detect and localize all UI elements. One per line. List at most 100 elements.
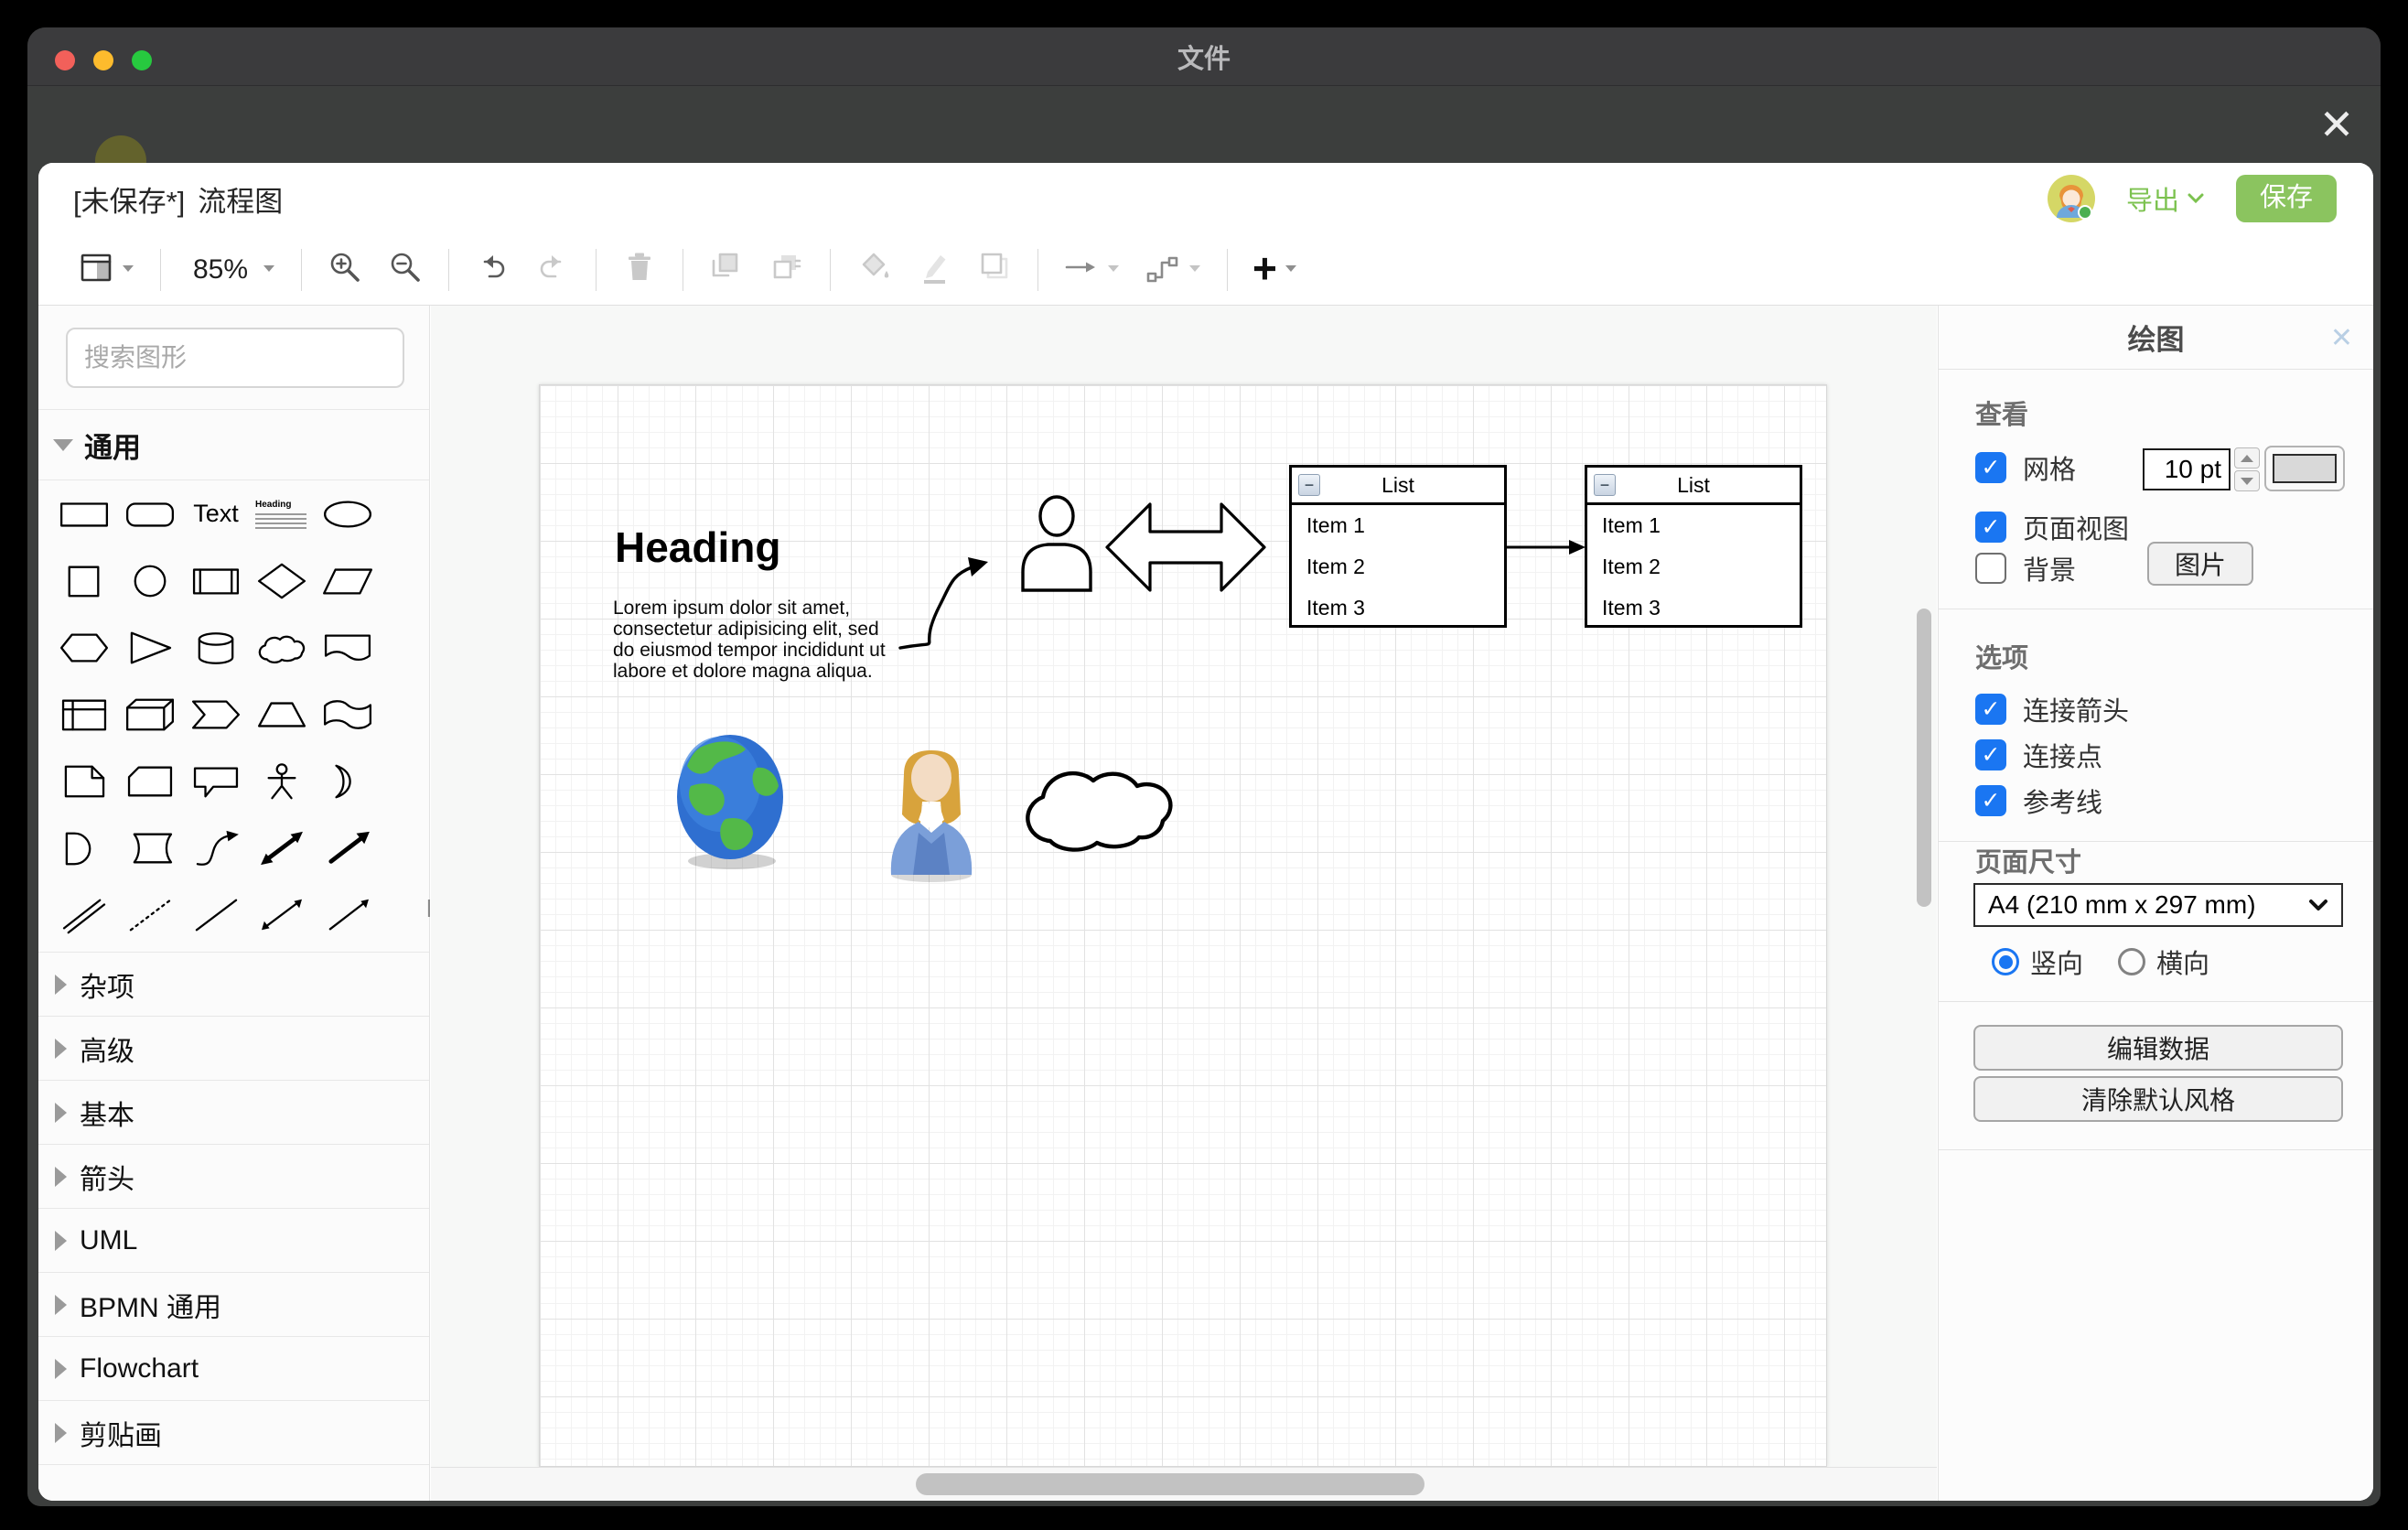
- sidebar-category-bpmn[interactable]: BPMN 通用: [38, 1272, 430, 1336]
- shape-rounded-rectangle[interactable]: [118, 482, 182, 546]
- sidebar-category-arrows[interactable]: 箭头: [38, 1144, 430, 1208]
- sidebar-category-uml[interactable]: UML: [38, 1208, 430, 1272]
- list-connector-arrow[interactable]: [1505, 532, 1589, 563]
- cloud-shape[interactable]: [1006, 726, 1189, 870]
- to-back-button[interactable]: [769, 249, 805, 290]
- grid-size-input[interactable]: [2143, 448, 2231, 490]
- background-image-button[interactable]: 图片: [2147, 542, 2253, 586]
- shape-note[interactable]: [52, 749, 116, 813]
- user-avatar[interactable]: [2048, 175, 2095, 222]
- shape-and[interactable]: [52, 816, 116, 880]
- double-arrow-shape[interactable]: [1104, 495, 1267, 599]
- diagram-paragraph-text[interactable]: Lorem ipsum dolor sit amet, consectetur …: [613, 598, 897, 682]
- shape-cylinder[interactable]: [184, 616, 248, 680]
- zoom-in-button[interactable]: [327, 249, 363, 290]
- shape-search-box[interactable]: [66, 328, 404, 388]
- shape-link[interactable]: [52, 883, 116, 947]
- grid-checkbox[interactable]: ✓: [1975, 452, 2006, 483]
- shape-directional-connector[interactable]: [316, 883, 380, 947]
- page-view-checkbox[interactable]: ✓: [1975, 512, 2006, 543]
- landscape-radio[interactable]: [2118, 948, 2145, 975]
- clear-default-style-button[interactable]: 清除默认风格: [1973, 1076, 2343, 1122]
- list-item[interactable]: Item 2: [1292, 546, 1504, 587]
- line-color-button[interactable]: [916, 249, 952, 290]
- shape-line[interactable]: [184, 883, 248, 947]
- collapse-minus-icon[interactable]: −: [1298, 474, 1320, 496]
- list-item[interactable]: Item 1: [1587, 505, 1800, 546]
- chevron-down-icon[interactable]: [262, 262, 276, 278]
- shape-circle[interactable]: [118, 549, 182, 613]
- close-icon[interactable]: ✕: [2307, 95, 2366, 154]
- globe-clipart[interactable]: [672, 731, 791, 874]
- drawing-canvas[interactable]: Heading Lorem ipsum dolor sit amet, cons…: [431, 306, 1937, 1501]
- waypoint-style-button[interactable]: [1145, 249, 1202, 290]
- sidebar-category-flowchart[interactable]: Flowchart: [38, 1336, 430, 1400]
- shape-hexagon[interactable]: [52, 616, 116, 680]
- export-button[interactable]: 导出: [2126, 179, 2205, 218]
- shape-parallelogram[interactable]: [316, 549, 380, 613]
- shape-tape[interactable]: [316, 683, 380, 747]
- shape-bidirectional-connector[interactable]: [250, 883, 314, 947]
- shape-data-storage[interactable]: [118, 816, 182, 880]
- background-checkbox[interactable]: ✓: [1975, 553, 2006, 584]
- shadow-button[interactable]: [976, 249, 1013, 290]
- stepper-up-button[interactable]: [2234, 447, 2260, 469]
- insert-button[interactable]: +: [1252, 251, 1298, 289]
- sidebar-section-general[interactable]: 通用: [38, 409, 430, 480]
- shape-cloud[interactable]: [250, 616, 314, 680]
- portrait-radio[interactable]: [1992, 948, 2019, 975]
- zoom-out-button[interactable]: [387, 249, 424, 290]
- businesswoman-clipart[interactable]: [884, 747, 979, 884]
- list-item[interactable]: Item 2: [1587, 546, 1800, 587]
- diagram-page[interactable]: Heading Lorem ipsum dolor sit amet, cons…: [539, 384, 1827, 1467]
- chevron-down-icon[interactable]: [121, 262, 135, 278]
- shape-cube[interactable]: [118, 683, 182, 747]
- sidebar-category-clipart[interactable]: 剪贴画: [38, 1400, 430, 1464]
- list-shape[interactable]: − List Item 1 Item 2 Item 3: [1289, 465, 1507, 628]
- shape-ellipse[interactable]: [316, 482, 380, 546]
- stepper-down-button[interactable]: [2234, 470, 2260, 491]
- search-input[interactable]: [82, 342, 416, 373]
- list-header[interactable]: − List: [1587, 468, 1800, 505]
- shape-document[interactable]: [316, 616, 380, 680]
- to-front-button[interactable]: [708, 249, 745, 290]
- shape-rectangle[interactable]: [52, 482, 116, 546]
- shape-callout[interactable]: [184, 749, 248, 813]
- redo-button[interactable]: [534, 249, 571, 290]
- list-header[interactable]: − List: [1292, 468, 1504, 505]
- shape-process[interactable]: [184, 549, 248, 613]
- shape-text[interactable]: Text: [184, 482, 248, 546]
- list-shape[interactable]: − List Item 1 Item 2 Item 3: [1585, 465, 1802, 628]
- zoom-level-value[interactable]: 85%: [193, 254, 248, 286]
- connection-arrows-checkbox[interactable]: ✓: [1975, 694, 2006, 725]
- shape-diamond[interactable]: [250, 549, 314, 613]
- guides-checkbox[interactable]: ✓: [1975, 785, 2006, 816]
- save-button[interactable]: 保存: [2236, 175, 2337, 222]
- shape-card[interactable]: [118, 749, 182, 813]
- undo-button[interactable]: [474, 249, 511, 290]
- sidebar-category-basic[interactable]: 基本: [38, 1080, 430, 1144]
- diagram-heading-text[interactable]: Heading: [615, 523, 780, 572]
- grid-color-swatch-button[interactable]: [2264, 446, 2345, 491]
- shape-arrow[interactable]: [316, 816, 380, 880]
- shape-triangle[interactable]: [118, 616, 182, 680]
- connection-arrow-button[interactable]: [1063, 249, 1121, 290]
- delete-button[interactable]: [621, 249, 658, 290]
- edit-data-button[interactable]: 编辑数据: [1973, 1025, 2343, 1071]
- shape-or[interactable]: [316, 749, 380, 813]
- shape-internal-storage[interactable]: [52, 683, 116, 747]
- list-item[interactable]: Item 1: [1292, 505, 1504, 546]
- sidebar-category-misc[interactable]: 杂项: [38, 952, 430, 1016]
- shape-step[interactable]: [184, 683, 248, 747]
- list-item[interactable]: Item 3: [1292, 587, 1504, 629]
- zoom-level-button[interactable]: 85%: [186, 254, 276, 286]
- shape-bidirectional-arrow[interactable]: [250, 816, 314, 880]
- fill-color-button[interactable]: [855, 249, 892, 290]
- panel-close-icon[interactable]: ✕: [2330, 306, 2353, 370]
- shape-curve[interactable]: [184, 816, 248, 880]
- vertical-scrollbar[interactable]: [1917, 609, 1931, 907]
- chevron-down-icon[interactable]: [1188, 262, 1202, 278]
- sidebar-category-advanced[interactable]: 高级: [38, 1016, 430, 1080]
- page-view-button[interactable]: [78, 249, 135, 290]
- shape-square[interactable]: [52, 549, 116, 613]
